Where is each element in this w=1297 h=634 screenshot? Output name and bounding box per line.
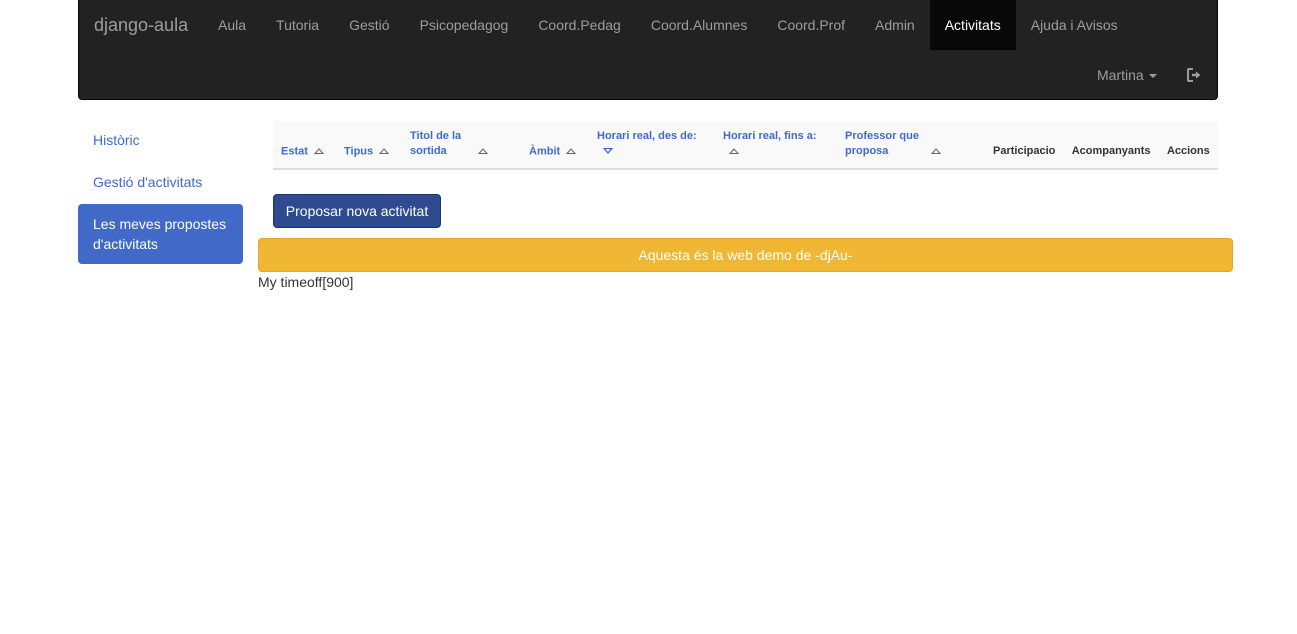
logout-button[interactable] [1179, 50, 1209, 100]
user-menu-dropdown[interactable]: Martina [1082, 50, 1172, 100]
activities-table-wrapper: Estat Tipus Titol de la sortida Àmbit Ho… [273, 121, 1218, 171]
propose-new-activity-button[interactable]: Proposar nova activitat [273, 194, 441, 228]
sort-up-icon [313, 148, 325, 154]
sidebar-nav: Històric Gestió d'activitats Les meves p… [78, 120, 243, 266]
nav-item-coord-pedag[interactable]: Coord.Pedag [523, 0, 636, 50]
nav-item-admin[interactable]: Admin [860, 0, 930, 50]
column-header-horari-des-de[interactable]: Horari real, des de: [589, 121, 715, 171]
demo-banner: Aquesta és la web demo de -djAu- [258, 238, 1233, 272]
nav-item-psicopedagog[interactable]: Psicopedagog [405, 0, 524, 50]
nav-item-aula[interactable]: Aula [203, 0, 261, 50]
column-header-tipus[interactable]: Tipus [336, 121, 402, 171]
column-header-estat[interactable]: Estat [273, 121, 336, 171]
main-nav: Aula Tutoria Gestió Psicopedagog Coord.P… [203, 0, 1133, 50]
nav-item-coord-alumnes[interactable]: Coord.Alumnes [636, 0, 763, 50]
sort-up-icon [566, 148, 577, 154]
column-header-acompanyants: Acompanyants [1063, 121, 1159, 171]
column-header-ambit[interactable]: Àmbit [521, 121, 589, 171]
activities-table: Estat Tipus Titol de la sortida Àmbit Ho… [273, 121, 1218, 171]
column-header-titol-sortida[interactable]: Titol de la sortida [402, 121, 521, 171]
sort-up-icon [930, 148, 942, 154]
sidebar-item-historic[interactable]: Històric [78, 120, 243, 160]
top-navbar: django-aula Aula Tutoria Gestió Psicoped… [78, 0, 1218, 100]
timeoff-text: My timeoff[900] [258, 274, 354, 290]
column-header-accions: Accions [1158, 121, 1218, 171]
sort-down-icon [602, 147, 614, 154]
sort-up-icon [477, 148, 489, 154]
sort-up-icon [728, 148, 740, 154]
column-header-horari-fins-a[interactable]: Horari real, fins a: [715, 121, 837, 171]
nav-item-tutoria[interactable]: Tutoria [261, 0, 334, 50]
column-header-participacio: Participacio [985, 121, 1064, 171]
user-name: Martina [1097, 67, 1144, 83]
sidebar-item-gestio-activitats[interactable]: Gestió d'activitats [78, 162, 243, 202]
brand-logo[interactable]: django-aula [94, 0, 188, 50]
nav-item-ajuda-avisos[interactable]: Ajuda i Avisos [1016, 0, 1133, 50]
nav-item-activitats[interactable]: Activitats [929, 0, 1016, 50]
caret-down-icon [1148, 74, 1157, 79]
nav-item-coord-prof[interactable]: Coord.Prof [762, 0, 860, 50]
nav-item-gestio[interactable]: Gestió [334, 0, 404, 50]
sign-out-icon [1186, 68, 1200, 82]
sort-up-icon [379, 148, 390, 154]
column-header-professor-proposa[interactable]: Professor que proposa [837, 121, 985, 171]
sidebar-item-meves-propostes[interactable]: Les meves propostes d'activitats [78, 204, 243, 264]
table-header-row: Estat Tipus Titol de la sortida Àmbit Ho… [273, 121, 1218, 171]
